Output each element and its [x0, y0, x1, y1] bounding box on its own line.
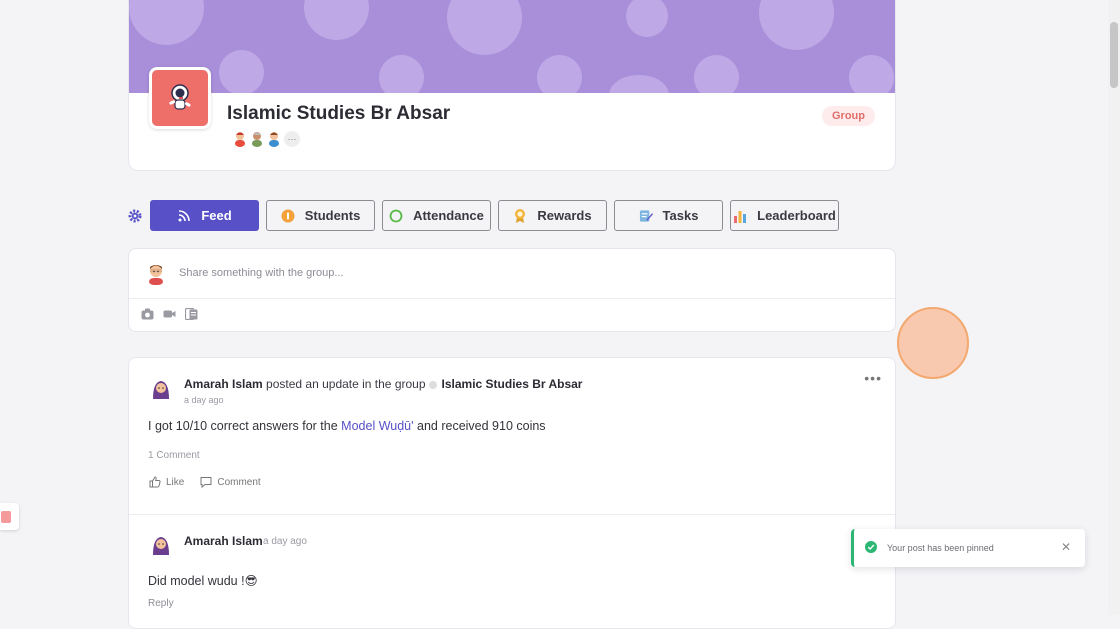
video-icon[interactable]: [163, 308, 176, 320]
post-body: I got 10/10 correct answers for the Mode…: [148, 419, 546, 433]
thumbs-up-icon: [149, 476, 161, 488]
group-header-card: Islamic Studies Br Absar ··· Group: [128, 0, 896, 171]
scrollbar[interactable]: [1108, 0, 1120, 615]
composer-tools: [141, 308, 198, 320]
comment-label: Comment: [217, 476, 261, 488]
speech-bubble-icon: [200, 477, 212, 488]
post-composer: Share something with the group...: [128, 248, 896, 332]
post-actions: Like Comment: [149, 476, 261, 488]
feed-post: Amarah Islam posted an update in the gro…: [128, 357, 896, 629]
group-avatar[interactable]: [149, 67, 211, 129]
tab-attendance[interactable]: Attendance: [382, 200, 491, 231]
post-body-suffix: and received 910 coins: [417, 419, 546, 433]
tab-label: Attendance: [413, 208, 484, 223]
scrollbar-thumb[interactable]: [1110, 22, 1118, 88]
toast-notification: Your post has been pinned ✕: [851, 529, 1085, 567]
member-avatar-icon: [235, 132, 245, 147]
side-panel-toggle[interactable]: [0, 503, 19, 530]
tab-rewards[interactable]: Rewards: [498, 200, 607, 231]
group-tabs: Feed Students Attendance Rewards Tasks L…: [128, 200, 846, 231]
post-options-button[interactable]: •••: [864, 370, 882, 386]
tab-tasks[interactable]: Tasks: [614, 200, 723, 231]
tab-label: Rewards: [537, 208, 592, 223]
tab-feed[interactable]: Feed: [150, 200, 259, 231]
tab-students[interactable]: Students: [266, 200, 375, 231]
comment-timestamp: a day ago: [263, 536, 307, 547]
check-circle-icon: [865, 541, 877, 553]
composer-input[interactable]: Share something with the group...: [179, 267, 343, 279]
astronaut-icon: [169, 84, 191, 110]
close-icon[interactable]: ✕: [1061, 540, 1071, 554]
post-action-text: posted an update in the group: [266, 377, 426, 391]
post-group-link[interactable]: Islamic Studies Br Absar: [442, 377, 583, 391]
reply-button[interactable]: Reply: [148, 598, 174, 609]
user-avatar-icon: [149, 265, 163, 285]
comment-text: Did model wudu !😎: [148, 574, 258, 588]
member-avatars[interactable]: ···: [233, 131, 300, 147]
member-avatar-icon: [269, 132, 279, 147]
tab-leaderboard[interactable]: Leaderboard: [730, 200, 839, 231]
tab-label: Tasks: [662, 208, 699, 223]
gear-icon[interactable]: [128, 209, 142, 223]
post-author[interactable]: Amarah Islam: [184, 377, 263, 391]
toast-message: Your post has been pinned: [887, 543, 994, 553]
coin-icon: [281, 209, 295, 223]
rss-icon: [177, 209, 191, 223]
more-members-button[interactable]: ···: [284, 131, 300, 147]
post-headline: Amarah Islam posted an update in the gro…: [184, 377, 582, 391]
ribbon-icon: [513, 209, 527, 223]
like-label: Like: [166, 476, 185, 488]
circle-icon: [389, 209, 403, 223]
lesson-link[interactable]: Model Wuḍū': [341, 419, 413, 433]
tab-label: Feed: [201, 208, 232, 223]
comment-author[interactable]: Amarah Islam: [184, 534, 263, 548]
document-icon[interactable]: [185, 308, 198, 320]
tab-label: Students: [304, 208, 361, 223]
comment-count[interactable]: 1 Comment: [148, 450, 200, 461]
comment-button[interactable]: Comment: [200, 476, 261, 488]
divider: [129, 298, 895, 299]
author-avatar-icon: [153, 381, 169, 399]
camera-icon[interactable]: [141, 308, 154, 320]
divider: [129, 514, 895, 515]
bar-chart-icon: [733, 209, 747, 223]
tag-icon: [1, 510, 11, 523]
tab-label: Leaderboard: [757, 208, 836, 223]
group-mini-icon: [428, 380, 437, 389]
post-body-prefix: I got 10/10 correct answers for the: [148, 419, 338, 433]
notepad-icon: [639, 209, 653, 223]
like-button[interactable]: Like: [149, 476, 184, 488]
member-avatar-icon: [252, 132, 262, 147]
commenter-avatar-icon: [153, 537, 169, 555]
group-banner: [129, 0, 895, 93]
click-indicator: [897, 307, 969, 379]
group-type-badge: Group: [822, 106, 875, 126]
post-timestamp: a day ago: [184, 395, 224, 405]
group-title: Islamic Studies Br Absar: [227, 103, 451, 124]
